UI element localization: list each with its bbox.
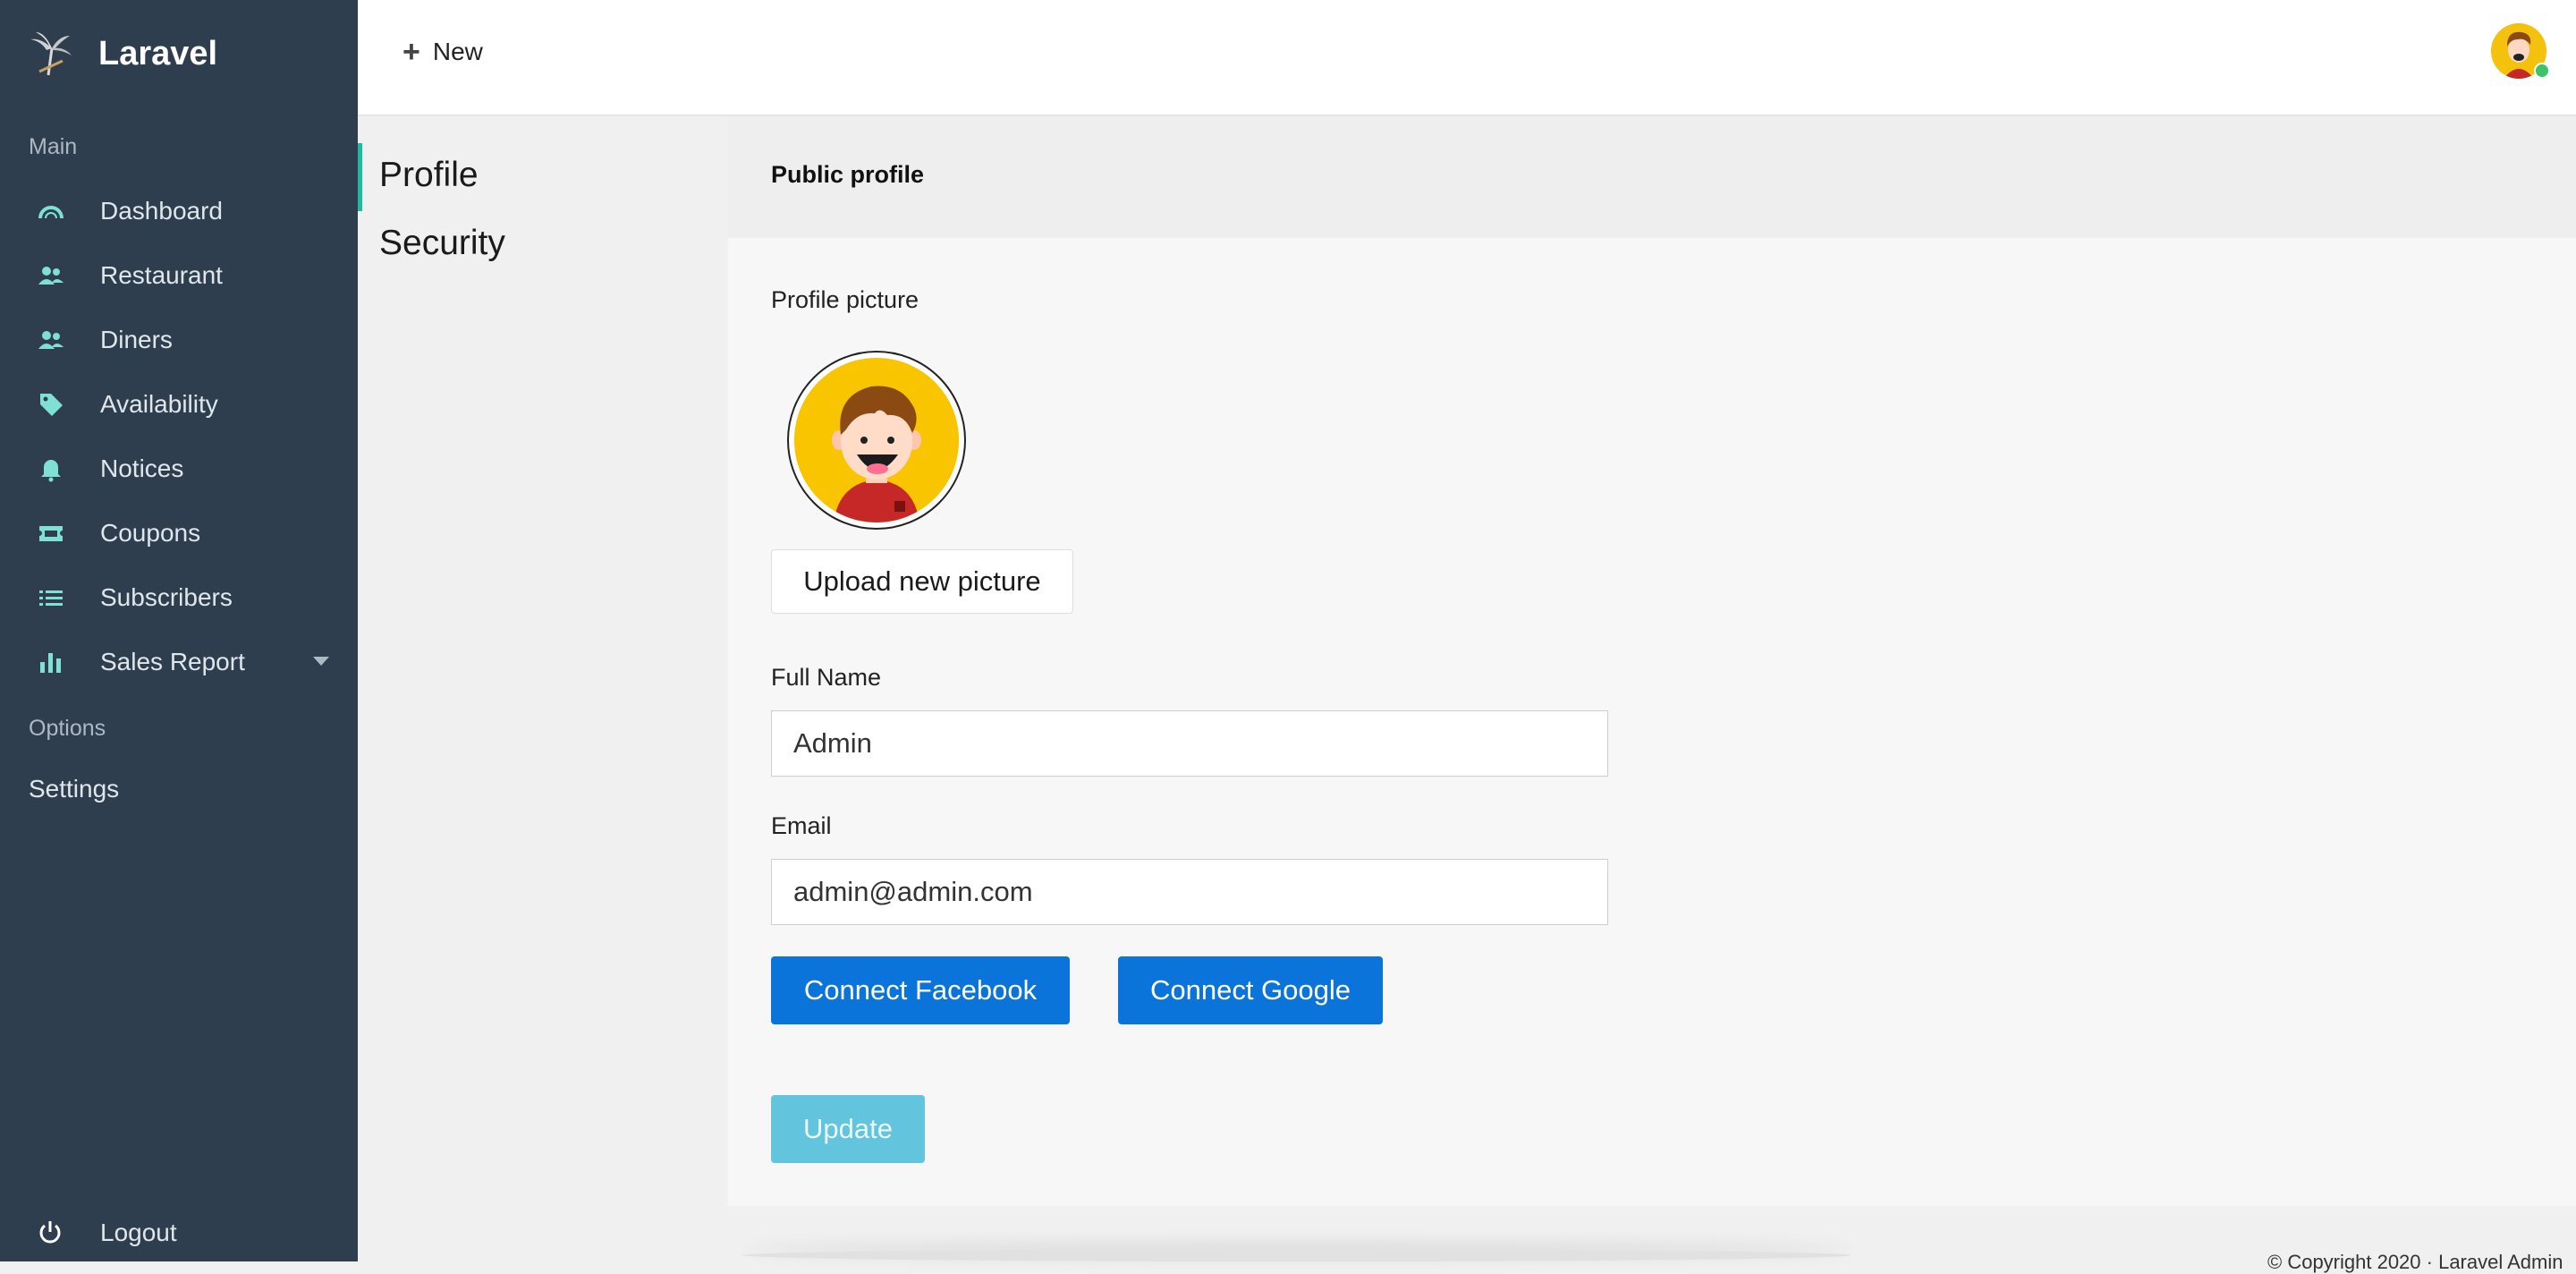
sidebar-item-label: Coupons [100, 519, 201, 547]
active-indicator [358, 143, 362, 211]
sidebar-item-label: Subscribers [100, 583, 233, 611]
top-bar: + New [358, 0, 2576, 115]
sidebar: Laravel Main Dashboard Restaurant Diners… [0, 0, 358, 1261]
sidebar-item-notices[interactable]: Notices [0, 442, 358, 496]
ticket-icon [36, 518, 66, 548]
connect-facebook-button[interactable]: Connect Facebook [771, 956, 1070, 1024]
email-input[interactable] [771, 859, 1608, 925]
email-label: Email [771, 812, 832, 839]
section-label-main: Main [29, 134, 78, 159]
gauge-icon [36, 196, 66, 226]
logout-button[interactable]: Logout [0, 1206, 358, 1260]
sidebar-item-diners[interactable]: Diners [0, 313, 358, 367]
sidebar-item-label: Restaurant [100, 261, 223, 289]
plus-icon: + [402, 35, 420, 69]
tag-icon [36, 389, 66, 420]
palm-tree-icon [30, 32, 72, 76]
chevron-down-icon[interactable] [313, 657, 329, 666]
new-button[interactable]: + New [402, 34, 483, 70]
profile-panel: Public profile Profile picture Upload ne… [728, 116, 2576, 1206]
full-name-label: Full Name [771, 664, 882, 691]
bar-chart-icon [36, 647, 66, 677]
profile-picture [787, 351, 966, 530]
sidebar-item-restaurant[interactable]: Restaurant [0, 249, 358, 302]
subnav-item-profile[interactable]: Profile [379, 156, 479, 195]
bell-icon [36, 454, 66, 484]
new-button-label: New [432, 38, 483, 65]
users-icon [36, 260, 66, 291]
sidebar-item-dashboard[interactable]: Dashboard [0, 184, 358, 238]
users-icon [36, 325, 66, 355]
sidebar-item-label: Sales Report [100, 648, 245, 675]
logout-label: Logout [100, 1219, 177, 1246]
full-name-input[interactable] [771, 710, 1608, 777]
avatar-face-icon [794, 358, 959, 522]
section-label-options: Options [29, 716, 106, 741]
update-button[interactable]: Update [771, 1095, 925, 1163]
footer-copyright: © Copyright 2020 · Laravel Admin [2267, 1251, 2563, 1273]
profile-picture-label: Profile picture [771, 286, 919, 313]
profile-subnav: Profile Security [358, 116, 728, 1261]
sidebar-item-label: Availability [100, 390, 218, 418]
brand-name: Laravel [98, 34, 218, 72]
upload-picture-button[interactable]: Upload new picture [771, 549, 1073, 614]
sidebar-item-label: Dashboard [100, 197, 223, 225]
panel-shadow [742, 1249, 1852, 1261]
panel-header: Public profile [728, 116, 2576, 238]
connect-google-button[interactable]: Connect Google [1118, 956, 1383, 1024]
sidebar-item-label: Notices [100, 454, 184, 482]
list-icon [36, 582, 66, 613]
power-icon [36, 1218, 66, 1248]
sidebar-item-sales-report[interactable]: Sales Report [0, 635, 358, 689]
sidebar-item-label: Diners [100, 326, 173, 353]
sidebar-item-subscribers[interactable]: Subscribers [0, 571, 358, 624]
subnav-item-security[interactable]: Security [379, 224, 505, 263]
sidebar-item-settings[interactable]: Settings [29, 775, 119, 803]
online-status-badge [2534, 63, 2550, 79]
brand-logo[interactable]: Laravel [27, 29, 217, 79]
sidebar-item-coupons[interactable]: Coupons [0, 506, 358, 560]
sidebar-item-availability[interactable]: Availability [0, 378, 358, 431]
panel-title: Public profile [771, 161, 925, 188]
